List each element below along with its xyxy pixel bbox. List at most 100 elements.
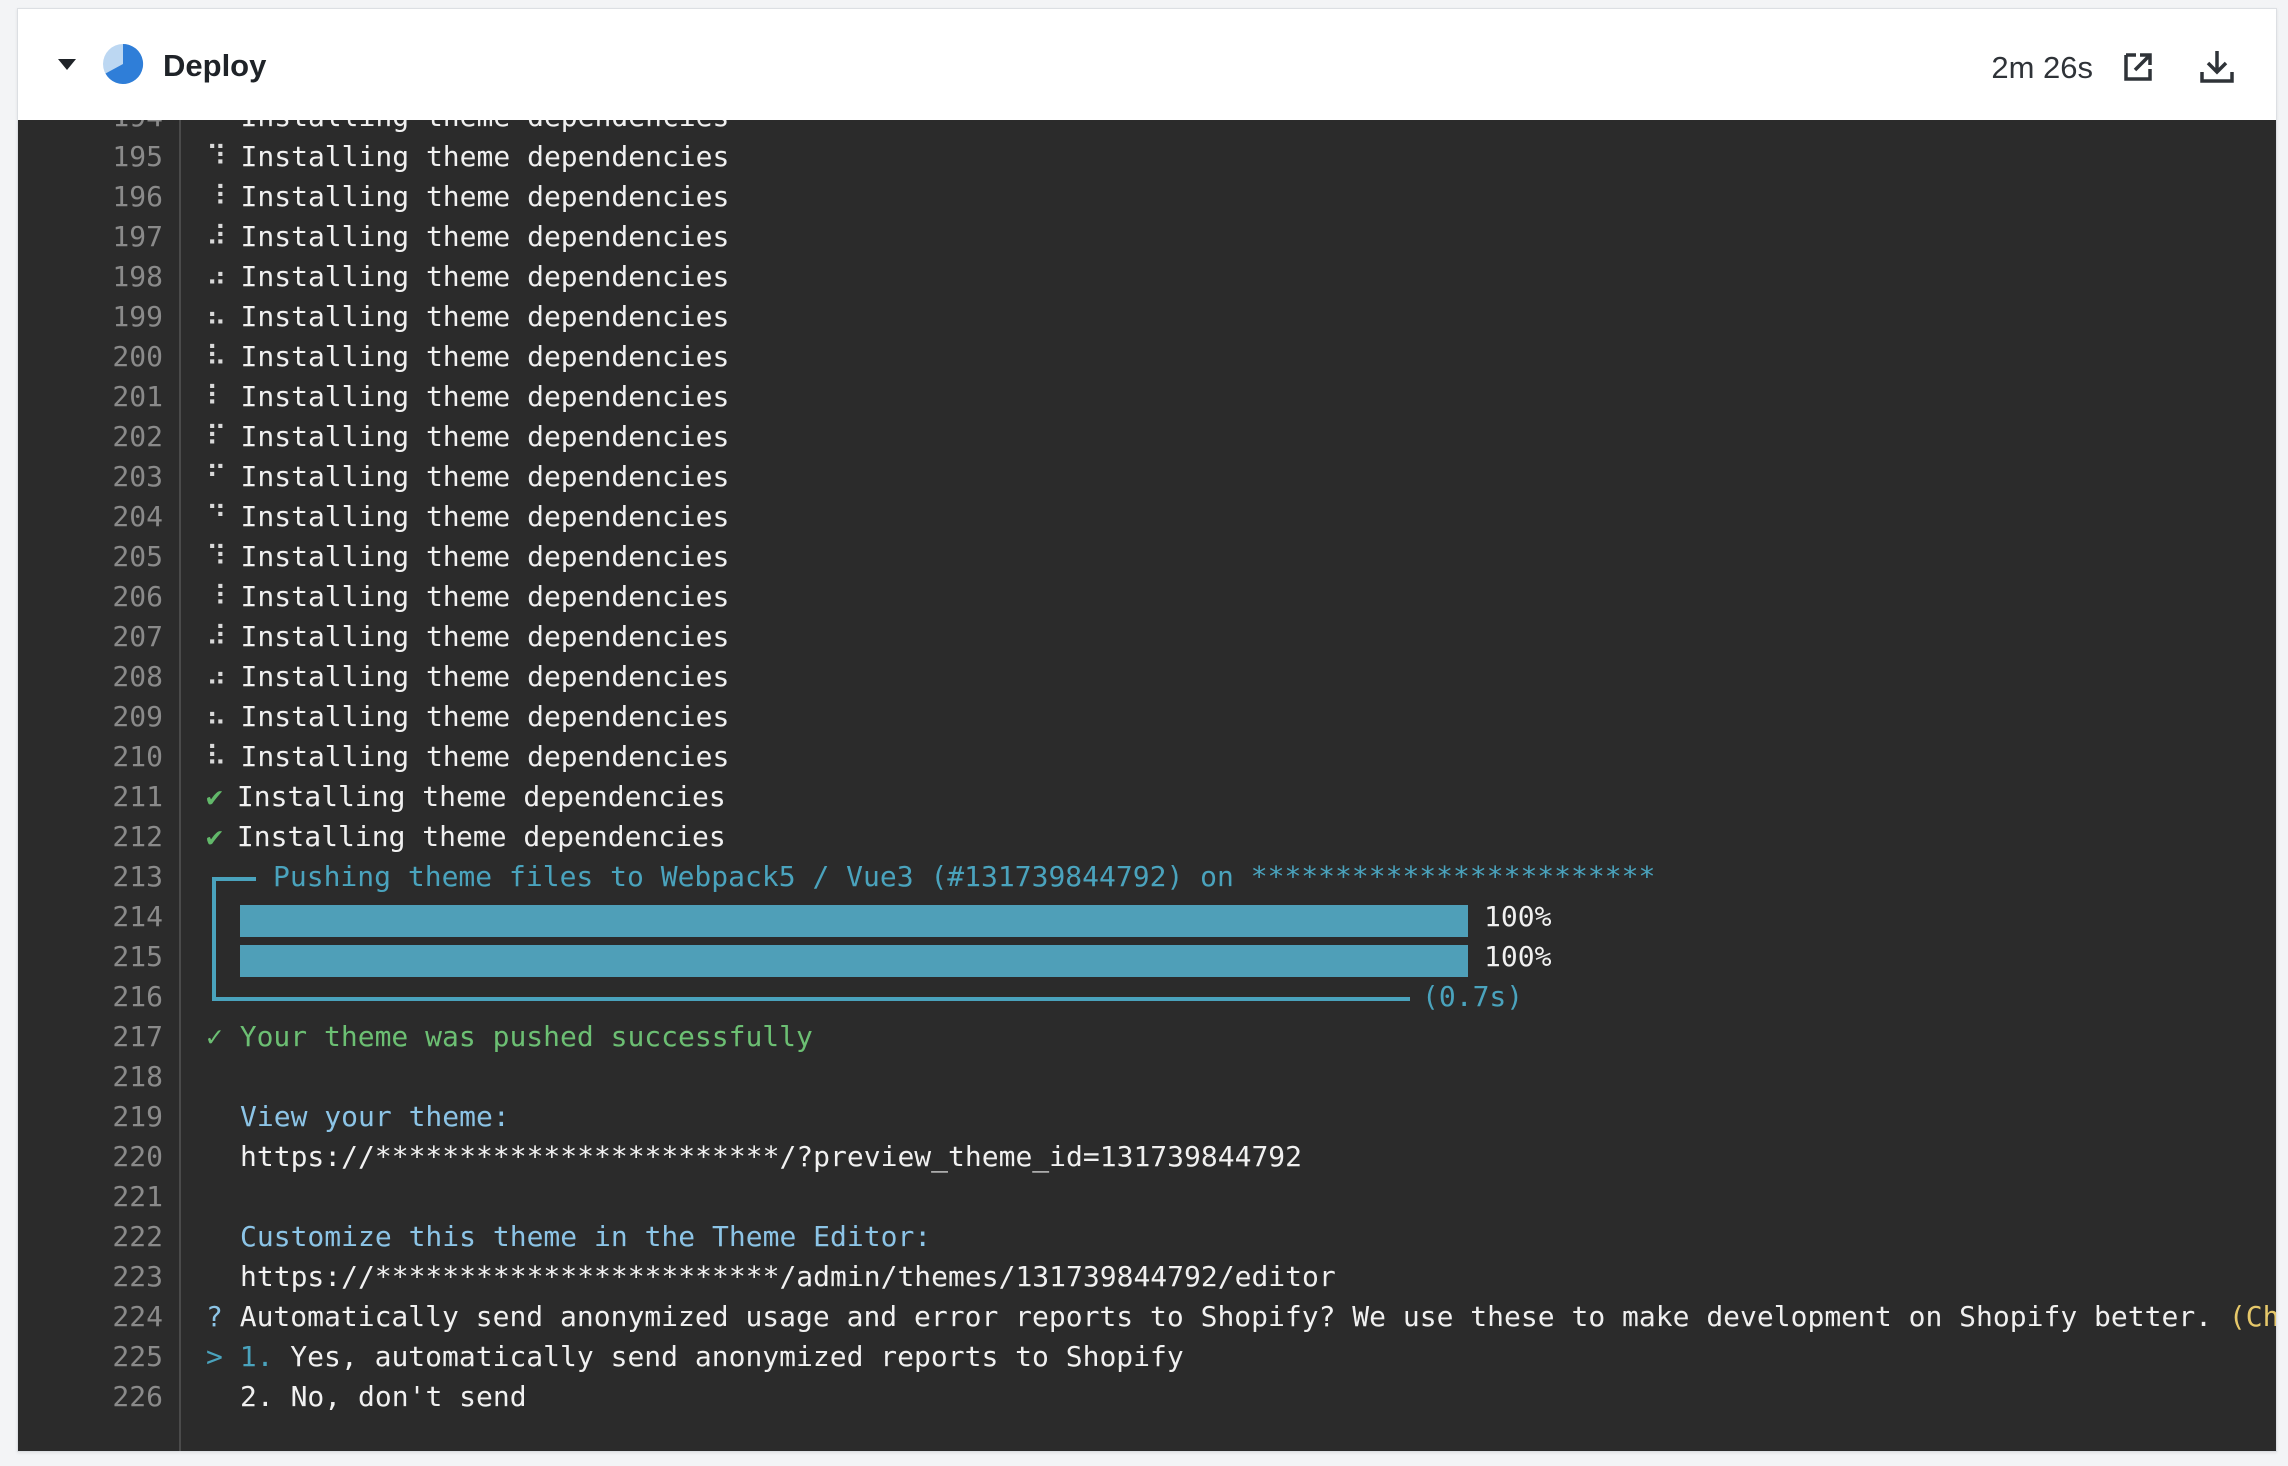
spinner-icon: ⠦ — [206, 700, 227, 733]
log-text: ⠼ Installing theme dependencies — [206, 217, 729, 257]
log-text: ⠙ Installing theme dependencies — [206, 497, 729, 537]
spinner-icon: ⠧ — [206, 340, 227, 373]
log-message: Installing theme dependencies — [236, 820, 726, 853]
log-message: Installing theme dependencies — [240, 140, 730, 173]
spinner-icon: ⠴ — [206, 660, 227, 693]
log-text: ✔ Installing theme dependencies — [206, 817, 726, 857]
log-line[interactable]: 225 > 1. Yes, automatically send anonymiz… — [18, 1337, 2276, 1377]
log-message: Installing theme dependencies — [240, 460, 730, 493]
log-line: 209 ⠦ Installing theme dependencies — [18, 697, 2276, 737]
option-text: Yes, automatically send anonymized repor… — [290, 1340, 1184, 1373]
log-line: 212 ✔ Installing theme dependencies — [18, 817, 2276, 857]
log-text: ⠸ Installing theme dependencies — [206, 177, 729, 217]
check-icon: ✓ — [206, 1020, 240, 1053]
prompt-option-2: 2. No, don't send — [240, 1377, 527, 1417]
line-number: 202 — [112, 420, 163, 453]
editor-url: https://************************/admin/t… — [240, 1260, 1336, 1293]
log-message: Installing theme dependencies — [240, 260, 730, 293]
spinner-icon: ⠴ — [206, 260, 227, 293]
log-message: Installing theme dependencies — [240, 180, 730, 213]
box-border-bottom — [212, 997, 1410, 1001]
spinner-icon: ⠼ — [206, 620, 227, 653]
progress-percent: 100% — [1484, 940, 1552, 973]
success-message: ✓ Your theme was pushed successfully — [206, 1017, 813, 1057]
step-title: Deploy — [163, 48, 267, 83]
chevron-down-icon[interactable] — [58, 59, 76, 70]
progress-percent: 100% — [1484, 900, 1552, 933]
log-line: 206 ⠸ Installing theme dependencies — [18, 577, 2276, 617]
log-message: Installing theme dependencies — [241, 120, 730, 133]
log-line: 222 Customize this theme in the Theme Edi… — [18, 1217, 2276, 1257]
log-message: Installing theme dependencies — [240, 580, 730, 613]
spinner-icon: ⠦ — [206, 300, 227, 333]
log-text: ⠴ Installing theme dependencies — [206, 657, 729, 697]
spinner-icon: ⠋ — [206, 460, 227, 493]
log-line: 213 Pushing theme files to Webpack5 / Vue… — [18, 857, 2276, 897]
log-message: Installing theme dependencies — [240, 700, 730, 733]
log-line: 219 View your theme: — [18, 1097, 2276, 1137]
preview-url: https://************************/?previe… — [240, 1140, 1303, 1173]
progress-circle-icon — [103, 43, 144, 84]
option-number: 2. — [240, 1380, 291, 1413]
log-line: 208 ⠴ Installing theme dependencies — [18, 657, 2276, 697]
spinner-icon: ⠹ — [206, 140, 227, 173]
line-number: 214 — [112, 900, 163, 933]
selection-pointer: > — [206, 1340, 240, 1373]
line-number: 207 — [112, 620, 163, 653]
line-number: 211 — [112, 780, 163, 813]
download-icon[interactable] — [2197, 47, 2237, 87]
log-message: Installing theme dependencies — [240, 740, 730, 773]
step-header[interactable]: Deploy 2m 26s — [18, 9, 2276, 120]
log-line: 197 ⠼ Installing theme dependencies — [18, 217, 2276, 257]
prompt-question: ? Automatically send anonymized usage an… — [206, 1297, 2276, 1337]
question-mark: ? — [206, 1300, 240, 1333]
line-number: 198 — [112, 260, 163, 293]
line-number: 216 — [112, 980, 163, 1013]
log-text: ⠏ Installing theme dependencies — [206, 417, 729, 457]
log-message: Installing theme dependencies — [240, 660, 730, 693]
log-line: 195 ⠹ Installing theme dependencies — [18, 137, 2276, 177]
log-message: Installing theme dependencies — [240, 340, 730, 373]
log-output[interactable]: 194 ⠙ Installing theme dependencies 195 ⠹ Ins… — [18, 120, 2276, 1451]
log-message: Installing theme dependencies — [236, 780, 726, 813]
log-line: 210 ⠧ Installing theme dependencies — [18, 737, 2276, 777]
log-text: ⠋ Installing theme dependencies — [206, 457, 729, 497]
log-line: 214 100% — [18, 897, 2276, 937]
line-number: 218 — [112, 1060, 163, 1093]
spinner-icon: ⠏ — [206, 420, 227, 453]
check-icon: ✔ — [206, 780, 223, 813]
log-line: 218 — [18, 1057, 2276, 1097]
line-number: 197 — [112, 220, 163, 253]
log-message: Your theme was pushed successfully — [239, 1020, 813, 1053]
log-message: Installing theme dependencies — [240, 220, 730, 253]
line-number: 194 — [18, 120, 163, 137]
line-number: 203 — [112, 460, 163, 493]
log-message: Installing theme dependencies — [240, 620, 730, 653]
external-link-icon[interactable] — [2118, 47, 2158, 87]
line-number: 201 — [112, 380, 163, 413]
line-number: 224 — [112, 1300, 163, 1333]
push-header-text: Pushing theme files to Webpack5 / Vue3 (… — [273, 860, 1656, 893]
prompt-option-1: > 1. Yes, automatically send anonymized … — [206, 1337, 1184, 1377]
log-line: 211 ✔ Installing theme dependencies — [18, 777, 2276, 817]
log-message: Installing theme dependencies — [240, 500, 730, 533]
line-number: 204 — [112, 500, 163, 533]
log-text: ⠙ Installing theme dependencies — [206, 120, 729, 137]
log-line: 221 — [18, 1177, 2276, 1217]
line-number: 219 — [112, 1100, 163, 1133]
log-line: 207 ⠼ Installing theme dependencies — [18, 617, 2276, 657]
log-line: 217 ✓ Your theme was pushed successfully — [18, 1017, 2276, 1057]
customize-label: Customize this theme in the Theme Editor… — [240, 1220, 932, 1253]
log-line: 224 ? Automatically send anonymized usage… — [18, 1297, 2276, 1337]
line-number: 225 — [112, 1340, 163, 1373]
line-number: 221 — [112, 1180, 163, 1213]
check-icon: ✔ — [206, 820, 223, 853]
log-line: 204 ⠙ Installing theme dependencies — [18, 497, 2276, 537]
log-line: 205 ⠹ Installing theme dependencies — [18, 537, 2276, 577]
log-line[interactable]: 226 2. No, don't send — [18, 1377, 2276, 1417]
line-number: 223 — [112, 1260, 163, 1293]
line-number: 213 — [112, 860, 163, 893]
spinner-icon: ⠸ — [206, 180, 227, 213]
log-line: 216 (0.7s) — [18, 977, 2276, 1017]
log-line: 215 100% — [18, 937, 2276, 977]
